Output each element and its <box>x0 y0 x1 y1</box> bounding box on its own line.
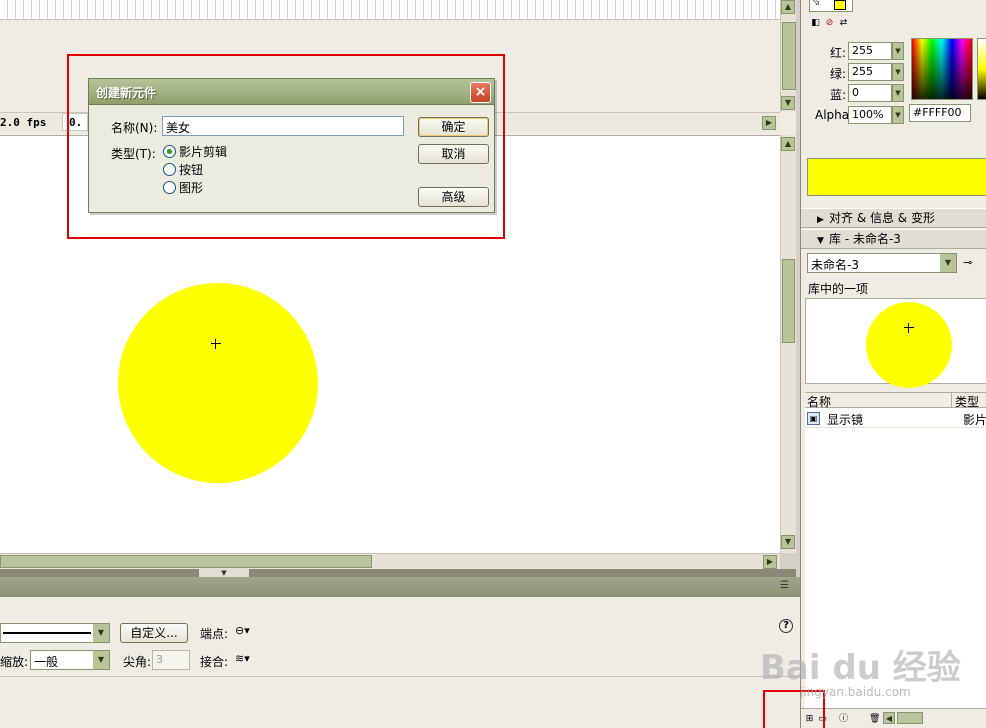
scale-value: 一般 <box>34 655 59 669</box>
scroll-right-icon[interactable]: ▶ <box>763 555 777 569</box>
watermark-url: jingyan.baidu.com <box>800 685 911 699</box>
scroll-down-icon[interactable]: ▼ <box>781 535 795 549</box>
yellow-circle-shape[interactable] <box>118 283 318 483</box>
color-spectrum-picker[interactable] <box>911 38 973 100</box>
scroll-down-icon[interactable]: ▼ <box>781 96 795 110</box>
help-icon[interactable]: ? <box>779 619 793 633</box>
registration-point-icon <box>211 339 221 349</box>
miter-input[interactable]: 3 <box>152 650 190 670</box>
chevron-down-icon: ▼ <box>940 254 956 272</box>
expand-arrow-icon: ▶ <box>817 215 824 225</box>
properties-header: ☰ <box>0 577 800 597</box>
highlight-box <box>67 54 505 239</box>
properties-body: ▼ 自定义... 端点: ⊖▾ 缩放: 一般 ▼ 尖角: 3 接合: ≋▾ ? <box>0 597 800 677</box>
properties-panel: ☰ ▼ 自定义... 端点: ⊖▾ 缩放: 一般 ▼ 尖角: 3 接合: ≋▾ … <box>0 577 800 728</box>
registration-point-icon <box>904 323 914 333</box>
column-divider <box>951 393 952 407</box>
align-panel-title: 对齐 & 信息 & 变形 <box>829 211 935 225</box>
cap-label: 端点: <box>200 627 229 641</box>
green-input[interactable]: 255 <box>848 63 892 81</box>
library-item-count: 库中的一项 <box>808 282 869 296</box>
paint-bucket-icon: ⬂ <box>812 0 821 8</box>
stroke-preview <box>3 632 91 634</box>
movie-clip-icon: ▣ <box>807 412 820 425</box>
stage-horizontal-scrollbar[interactable]: ▶ <box>0 553 780 569</box>
library-list-header: 名称 类型 <box>805 392 986 409</box>
chevron-down-icon: ▼ <box>93 624 109 642</box>
watermark-logo: Bai du 经验 <box>760 648 961 688</box>
cap-style-icon[interactable]: ⊖▾ <box>235 624 250 637</box>
color-preview-swatch <box>807 158 986 196</box>
align-panel-header[interactable]: ▶ 对齐 & 信息 & 变形 <box>801 208 986 228</box>
hex-color-input[interactable]: #FFFF00 <box>909 104 971 122</box>
collapse-arrow-icon: ▼ <box>817 236 824 246</box>
list-item[interactable]: ▣ 显示镜 影片 <box>805 410 986 428</box>
frame-rate: 2.0 fps <box>0 116 47 129</box>
panel-menu-icon[interactable]: ☰ <box>780 580 789 591</box>
brightness-slider[interactable] <box>977 38 986 100</box>
chevron-down-icon[interactable]: ▼ <box>892 106 904 124</box>
preview-circle <box>866 302 952 388</box>
timeline-frames[interactable] <box>0 0 780 20</box>
collapse-arrow-icon[interactable]: ▼ <box>199 569 249 577</box>
scroll-thumb[interactable] <box>782 22 796 90</box>
scale-label: 缩放: <box>0 655 29 669</box>
scroll-up-icon[interactable]: ▲ <box>781 0 795 14</box>
pin-icon[interactable]: ⊸ <box>963 256 972 269</box>
fill-color-control[interactable]: ⬂ <box>809 0 853 12</box>
library-panel-title: 库 - 未命名-3 <box>829 232 901 246</box>
chevron-down-icon: ▼ <box>93 651 109 669</box>
right-panel: ⬂ ◧ ⊘ ⇄ 红: 255 ▼ 绿: 255 ▼ 蓝: 0 ▼ Alpha: … <box>800 0 986 728</box>
blue-label: 蓝: <box>830 88 847 102</box>
scroll-left-icon[interactable]: ◀ <box>883 712 895 724</box>
swap-colors-icon[interactable]: ⇄ <box>838 18 849 29</box>
scroll-thumb[interactable] <box>782 259 795 343</box>
blue-input[interactable]: 0 <box>848 84 892 102</box>
chevron-down-icon[interactable]: ▼ <box>892 63 904 81</box>
alpha-input[interactable]: 100% <box>848 106 892 124</box>
library-footer: ⊞ ▭ ⓘ 🗑 ◀ <box>801 708 986 728</box>
red-input[interactable]: 255 <box>848 42 892 60</box>
library-panel-header[interactable]: ▼ 库 - 未命名-3 <box>801 229 986 249</box>
trash-icon[interactable]: 🗑 <box>869 714 880 725</box>
item-type: 影片 <box>963 413 986 427</box>
library-document-value: 未命名-3 <box>811 258 859 272</box>
green-label: 绿: <box>830 67 847 81</box>
scroll-right-icon[interactable]: ▶ <box>762 116 776 130</box>
join-label: 接合: <box>200 655 229 669</box>
stroke-style-select[interactable]: ▼ <box>0 623 110 643</box>
scroll-thumb[interactable] <box>0 555 372 568</box>
timeline-vertical-scrollbar[interactable]: ▲ ▼ <box>780 0 796 112</box>
item-name: 显示镜 <box>827 413 864 427</box>
fill-swatch <box>834 0 846 10</box>
library-document-select[interactable]: 未命名-3 ▼ <box>807 253 957 273</box>
no-color-icon[interactable]: ⊘ <box>824 18 835 29</box>
join-style-icon[interactable]: ≋▾ <box>235 652 250 665</box>
stage-vertical-scrollbar[interactable]: ▲ ▼ <box>780 135 796 553</box>
properties-icon[interactable]: ⓘ <box>838 714 849 725</box>
chevron-down-icon[interactable]: ▼ <box>892 84 904 102</box>
library-preview <box>805 298 986 388</box>
scroll-up-icon[interactable]: ▲ <box>781 137 795 151</box>
custom-stroke-button[interactable]: 自定义... <box>120 623 188 643</box>
red-label: 红: <box>830 46 847 60</box>
scale-select[interactable]: 一般 ▼ <box>30 650 110 670</box>
scroll-thumb[interactable] <box>897 712 923 724</box>
miter-label: 尖角: <box>123 655 152 669</box>
chevron-down-icon[interactable]: ▼ <box>892 42 904 60</box>
panel-splitter[interactable] <box>0 569 796 577</box>
default-colors-icon[interactable]: ◧ <box>810 18 821 29</box>
